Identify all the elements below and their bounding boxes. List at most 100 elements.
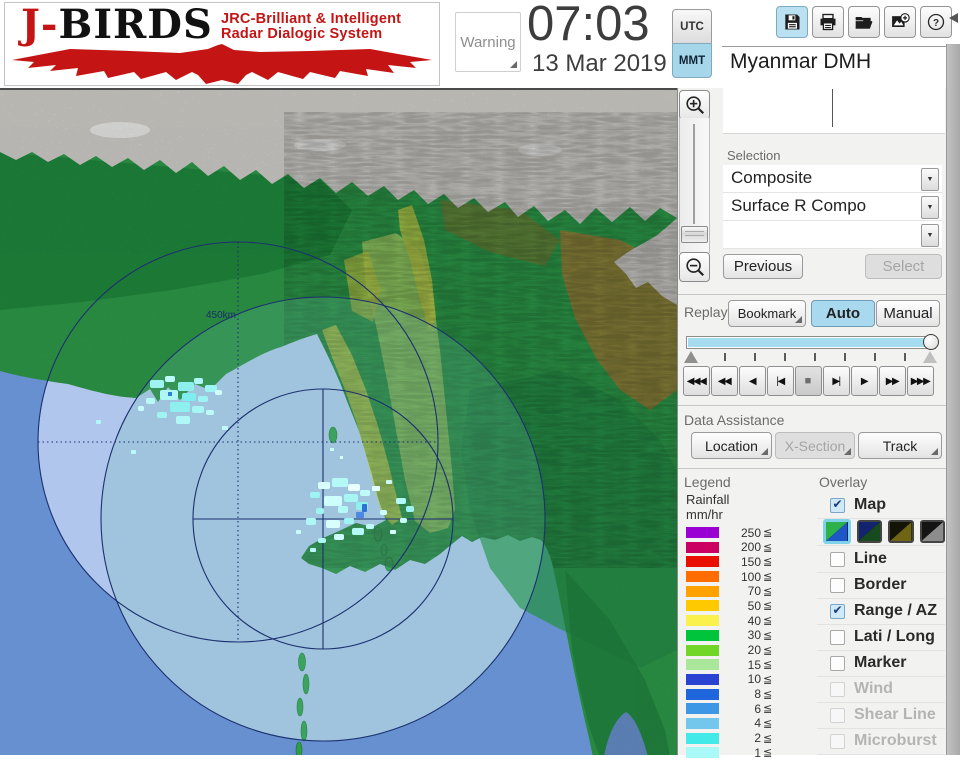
logo-title: J-BIRDS bbox=[21, 1, 213, 48]
overlay-item-shear-line: Shear Line bbox=[817, 702, 945, 729]
rewind-button[interactable]: ◀◀ bbox=[711, 366, 738, 396]
add-image-button[interactable] bbox=[884, 6, 916, 38]
svg-text:?: ? bbox=[933, 18, 939, 29]
replay-time-slider[interactable] bbox=[686, 334, 939, 350]
dropdown-arrow-icon[interactable]: ▼ bbox=[921, 196, 939, 219]
checkbox bbox=[830, 733, 845, 749]
mmt-button[interactable]: MMT bbox=[672, 43, 712, 78]
overlay-item-lati-long[interactable]: Lati / Long bbox=[817, 624, 945, 651]
text-caret bbox=[832, 89, 833, 127]
fast-forward-button[interactable]: ▶▶ bbox=[879, 366, 906, 396]
map-style-swatches bbox=[817, 518, 945, 546]
data-assistance-label: Data Assistance bbox=[684, 412, 785, 428]
checkbox bbox=[830, 681, 845, 697]
zoom-in-button[interactable] bbox=[679, 90, 710, 120]
radar-map-viewport[interactable]: 450km bbox=[0, 88, 677, 755]
dropdown-arrow-icon[interactable]: ▼ bbox=[921, 224, 939, 247]
bookmark-button[interactable]: Bookmark bbox=[728, 300, 806, 327]
checkbox[interactable] bbox=[830, 497, 845, 513]
toolbar: ? bbox=[776, 6, 952, 38]
checkbox[interactable] bbox=[830, 551, 845, 567]
overlay-item-wind: Wind bbox=[817, 676, 945, 703]
collapse-panel-icon[interactable] bbox=[949, 13, 958, 23]
step-back-button[interactable]: |◀ bbox=[767, 366, 794, 396]
header: J-BIRDS JRC-Brilliant & Intelligent Rada… bbox=[0, 0, 960, 88]
replay-label: Replay bbox=[684, 304, 728, 320]
header-rule bbox=[722, 46, 946, 47]
save-icon bbox=[785, 14, 800, 30]
overlay-item-range-az[interactable]: Range / AZ bbox=[817, 598, 945, 625]
legend-unit: mm/hr bbox=[686, 507, 723, 522]
logo-title-red: J- bbox=[21, 1, 59, 48]
checkbox bbox=[830, 707, 845, 723]
overlay-item-line[interactable]: Line bbox=[817, 546, 945, 573]
zoom-out-button[interactable] bbox=[679, 252, 710, 282]
utc-button[interactable]: UTC bbox=[672, 9, 712, 44]
help-button[interactable]: ? bbox=[920, 6, 952, 38]
print-button[interactable] bbox=[812, 6, 844, 38]
replay-slider-ticks bbox=[684, 351, 937, 364]
add-image-icon bbox=[892, 13, 910, 27]
clock-date: 13 Mar 2019 bbox=[532, 50, 667, 77]
overlay-checklist: Map Line Border Range / AZ Lati / Long M… bbox=[817, 492, 945, 755]
control-panel: Selection Composite ▼ Surface R Compo ▼ … bbox=[677, 83, 948, 760]
select-button: Select bbox=[865, 254, 942, 279]
panel-edge-strip bbox=[946, 44, 960, 755]
legend-label: Legend bbox=[684, 474, 731, 490]
map-style-terrain-dark[interactable] bbox=[856, 520, 882, 543]
replay-slider-handle[interactable] bbox=[923, 334, 939, 350]
forward-full-button[interactable]: ▶▶▶ bbox=[907, 366, 934, 396]
dropdown-arrow-icon[interactable]: ▼ bbox=[921, 168, 939, 191]
overlay-item-map[interactable]: Map bbox=[817, 492, 945, 519]
checkbox[interactable] bbox=[830, 577, 845, 593]
checkbox[interactable] bbox=[830, 655, 845, 671]
logo-tagline: JRC-Brilliant & Intelligent Radar Dialog… bbox=[221, 11, 402, 42]
map-style-terrain-color[interactable] bbox=[823, 519, 851, 544]
slider-end-marker[interactable] bbox=[923, 351, 937, 363]
map-zoom-control bbox=[679, 90, 710, 282]
track-button[interactable]: Track bbox=[858, 432, 942, 459]
play-reverse-button[interactable]: ◀ bbox=[739, 366, 766, 396]
legend-title: Rainfall bbox=[686, 492, 730, 507]
zoom-slider-handle[interactable] bbox=[681, 226, 708, 243]
step-forward-button[interactable]: ▶| bbox=[823, 366, 850, 396]
logo-title-black: BIRDS bbox=[58, 1, 213, 48]
manual-mode-button[interactable]: Manual bbox=[876, 300, 940, 327]
checkbox[interactable] bbox=[830, 603, 845, 619]
eagle-logo-icon bbox=[12, 44, 432, 84]
product-dropdown-2[interactable]: Surface R Compo ▼ bbox=[723, 193, 942, 221]
print-icon bbox=[820, 13, 836, 31]
zoom-slider-track[interactable] bbox=[679, 118, 710, 253]
overlay-label: Overlay bbox=[819, 474, 868, 490]
zoom-in-icon bbox=[685, 96, 704, 115]
play-button[interactable]: ▶ bbox=[851, 366, 878, 396]
zoom-out-icon bbox=[685, 258, 704, 277]
previous-button[interactable]: Previous bbox=[723, 254, 803, 279]
open-folder-icon bbox=[855, 17, 873, 29]
map-style-terrain-olive[interactable] bbox=[888, 520, 914, 543]
clock-time: 07:03 bbox=[527, 0, 650, 51]
site-owner-label: Myanmar DMH bbox=[730, 50, 872, 73]
slider-start-marker[interactable] bbox=[684, 351, 698, 363]
rainfall-legend: Rainfall mm/hr 250 ≦ 200 ≦ 150 ≦ 100 ≦ 70 ≦ 5… bbox=[686, 492, 811, 762]
open-folder-button[interactable] bbox=[848, 6, 880, 38]
overlay-item-marker[interactable]: Marker bbox=[817, 650, 945, 677]
site-entry-field[interactable] bbox=[723, 83, 945, 134]
range-ring-label: 450km bbox=[206, 310, 236, 321]
stop-button[interactable]: ■ bbox=[795, 366, 822, 396]
product-dropdown-3[interactable]: ▼ bbox=[723, 221, 942, 249]
playback-controls: ◀◀◀ ◀◀ ◀ |◀ ■ ▶| ▶ ▶▶ ▶▶▶ bbox=[683, 366, 934, 396]
auto-mode-button[interactable]: Auto bbox=[811, 300, 875, 327]
checkbox[interactable] bbox=[830, 629, 845, 645]
save-button[interactable] bbox=[776, 6, 808, 38]
map-style-terrain-gray[interactable] bbox=[919, 520, 945, 543]
warning-button[interactable]: Warning bbox=[455, 12, 521, 72]
help-icon: ? bbox=[927, 13, 945, 31]
radar-map: 450km bbox=[0, 90, 677, 755]
overlay-item-border[interactable]: Border bbox=[817, 572, 945, 599]
selection-label: Selection bbox=[727, 148, 781, 163]
product-dropdown-1[interactable]: Composite ▼ bbox=[723, 165, 942, 193]
x-section-button: X-Section bbox=[775, 432, 855, 459]
location-button[interactable]: Location bbox=[691, 432, 772, 459]
rewind-full-button[interactable]: ◀◀◀ bbox=[683, 366, 710, 396]
